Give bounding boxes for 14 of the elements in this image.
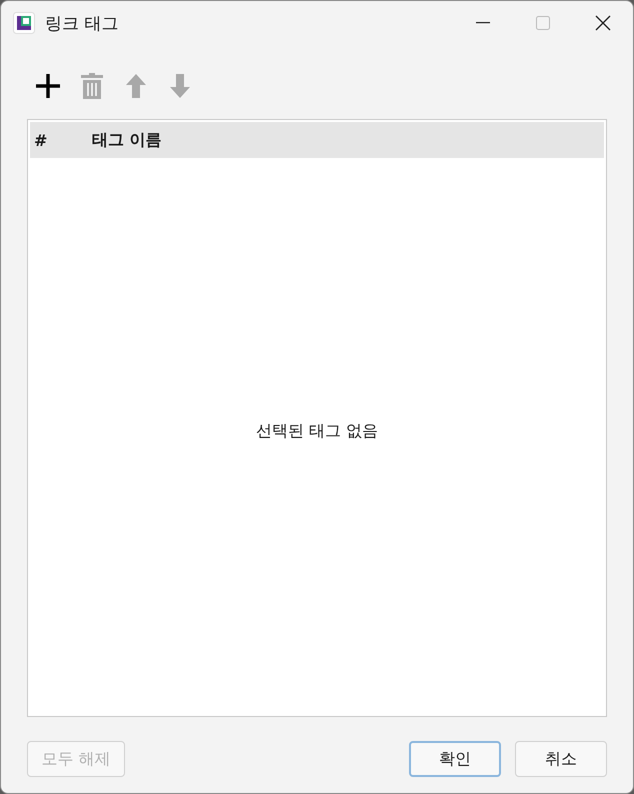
trash-icon	[81, 73, 103, 99]
empty-message: 선택된 태그 없음	[256, 420, 378, 442]
minimize-icon	[476, 22, 490, 24]
column-header: 태그 이름	[92, 130, 163, 150]
window-title: 링크 태그	[45, 12, 120, 34]
arrow-up-icon	[126, 74, 146, 98]
app-logo-icon	[13, 12, 35, 34]
column-header: #	[33, 130, 48, 150]
dialog-button[interactable]: 취소	[515, 741, 607, 777]
dialog-button[interactable]: 확인	[409, 741, 501, 777]
close-icon	[595, 15, 611, 31]
arrow-down-icon	[170, 74, 190, 98]
maximize-icon	[536, 16, 550, 30]
plus-icon	[35, 73, 61, 99]
